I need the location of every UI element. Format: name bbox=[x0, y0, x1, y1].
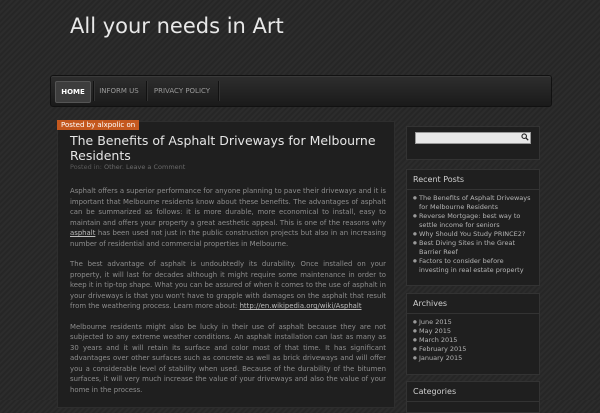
archive-link[interactable]: March 2015 bbox=[413, 336, 533, 345]
paragraph-text: Asphalt offers a superior performance fo… bbox=[70, 187, 386, 227]
wikipedia-link[interactable]: http://en.wikipedia.org/wiki/Asphalt bbox=[240, 302, 362, 310]
main-navigation: HOME INFORM US PRIVACY POLICY bbox=[50, 75, 552, 107]
search-icon[interactable] bbox=[521, 133, 529, 141]
widget-title: Recent Posts bbox=[407, 170, 539, 190]
search-widget bbox=[406, 126, 540, 160]
leave-comment-link[interactable]: Leave a Comment bbox=[126, 163, 185, 171]
paragraph: Melbourne residents might also be lucky … bbox=[70, 322, 386, 394]
post-title[interactable]: The Benefits of Asphalt Driveways for Me… bbox=[70, 133, 390, 163]
recent-post-link[interactable]: Best Diving Sites in the Great Barrier R… bbox=[413, 239, 533, 257]
meta-prefix: Posted in: bbox=[70, 163, 102, 171]
categories-widget: Categories bbox=[406, 381, 540, 413]
nav-item-inform-us[interactable]: INFORM US bbox=[95, 81, 143, 101]
nav-item-privacy-policy[interactable]: PRIVACY POLICY bbox=[148, 81, 216, 101]
recent-posts-widget: Recent Posts The Benefits of Asphalt Dri… bbox=[406, 169, 540, 286]
widget-title: Categories bbox=[407, 382, 539, 402]
widget-title: Archives bbox=[407, 294, 539, 314]
asphalt-link[interactable]: asphalt bbox=[70, 229, 95, 237]
archive-link[interactable]: February 2015 bbox=[413, 345, 533, 354]
category-link[interactable]: Other bbox=[104, 163, 122, 171]
site-title[interactable]: All your needs in Art bbox=[70, 14, 284, 38]
archive-link[interactable]: January 2015 bbox=[413, 354, 533, 363]
recent-post-link[interactable]: Why Should You Study PRINCE2? bbox=[413, 230, 533, 239]
post-meta: Posted in: Other. Leave a Comment bbox=[70, 163, 185, 171]
archive-link[interactable]: May 2015 bbox=[413, 327, 533, 336]
archive-link[interactable]: June 2015 bbox=[413, 318, 533, 327]
recent-post-link[interactable]: Reverse Mortgage: best way to settle inc… bbox=[413, 212, 533, 230]
search-input[interactable] bbox=[415, 132, 531, 144]
paragraph: The best advantage of asphalt is undoubt… bbox=[70, 259, 386, 312]
nav-item-home[interactable]: HOME bbox=[55, 81, 91, 103]
nav-divider bbox=[218, 81, 220, 101]
paragraph: Asphalt offers a superior performance fo… bbox=[70, 186, 386, 249]
archives-list: June 2015 May 2015 March 2015 February 2… bbox=[407, 318, 539, 363]
posted-by-badge: Posted by alxpolic on bbox=[57, 120, 140, 130]
meta-separator: . bbox=[121, 163, 124, 171]
recent-posts-list: The Benefits of Asphalt Driveways for Me… bbox=[407, 194, 539, 275]
post-body: Asphalt offers a superior performance fo… bbox=[70, 186, 386, 405]
recent-post-link[interactable]: The Benefits of Asphalt Driveways for Me… bbox=[413, 194, 533, 212]
recent-post-link[interactable]: Factors to consider before investing in … bbox=[413, 257, 533, 275]
archives-widget: Archives June 2015 May 2015 March 2015 F… bbox=[406, 293, 540, 375]
paragraph-text: has been used not just in the public con… bbox=[70, 229, 386, 248]
